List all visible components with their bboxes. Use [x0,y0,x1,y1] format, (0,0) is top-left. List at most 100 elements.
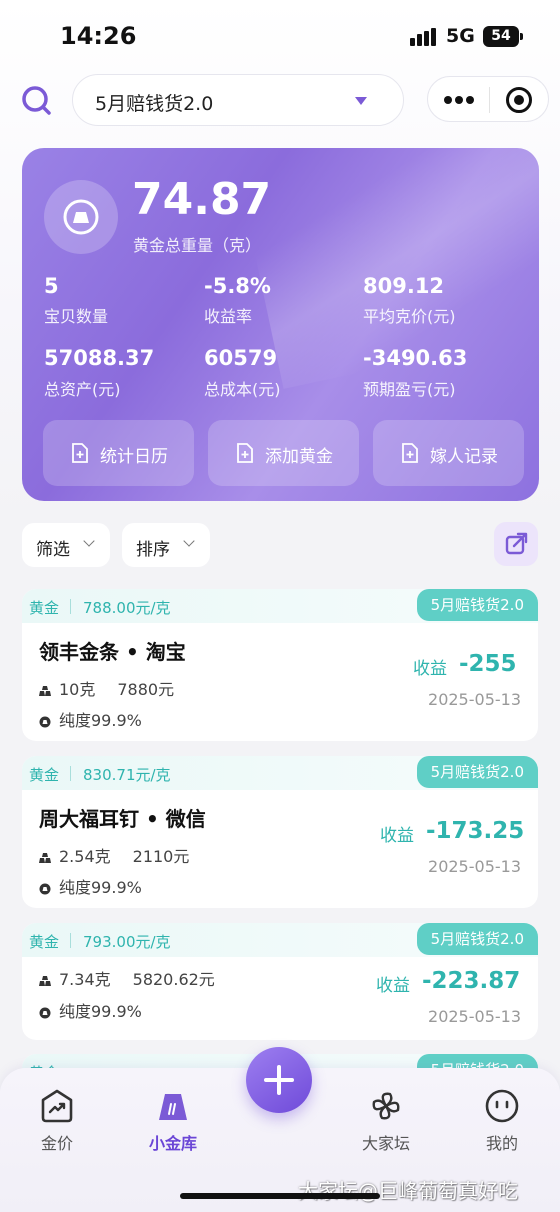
add-gold-button[interactable]: 添加黄金 [208,420,359,486]
store-tag: 5月赔钱货2.0 [416,756,538,788]
return-rate-value: -5.8% [204,274,271,298]
gold-ingot-small-icon [39,883,51,894]
gold-item-card[interactable]: 黄金 788.00元/克 5月赔钱货2.0 领丰金条 • 淘宝 10克 7880元… [22,589,538,741]
filter-label: 筛选 [36,540,70,560]
item-purity: 纯度99.9% [59,1002,142,1021]
capsule-divider [489,87,490,113]
item-count-label: 宝贝数量 [44,307,109,326]
sort-dropdown[interactable]: 排序 [122,523,210,567]
face-icon [485,1089,519,1123]
purity-row: 纯度99.9% [39,874,142,897]
gold-bar-icon [159,1094,187,1120]
avg-price-value: 809.12 [363,274,445,298]
divider [70,766,71,781]
home-indicator [180,1193,380,1199]
signal-icon [410,28,438,46]
tab-gold-vault-label: 小金库 [148,1134,197,1153]
gold-ingot-icon [44,180,118,254]
gold-bars-icon [39,975,51,986]
card-header: 黄金 788.00元/克 5月赔钱货2.0 [22,589,538,623]
tab-profile[interactable]: 我的 [462,1088,542,1158]
gold-bars-icon [39,685,51,696]
item-date: 2025-05-13 [428,690,521,709]
battery-icon: 54 [483,26,523,47]
purity-row: 纯度99.9% [39,707,142,730]
add-button[interactable] [246,1047,312,1113]
expected-pnl-label: 预期盈亏(元) [363,380,456,399]
item-amount: 2110元 [132,847,190,866]
store-selector[interactable]: 5月赔钱货2.0 [72,74,404,126]
item-amount: 7880元 [117,680,175,699]
profit-value: -173.25 [426,818,525,844]
item-weight: 10克 [59,680,96,699]
chevron-down-icon [183,535,195,547]
item-date: 2025-05-13 [428,857,521,876]
profit-label: 收益 [413,659,447,679]
weight-amount-row: 2.54克 2110元 [39,843,190,866]
total-weight-value: 74.87 [132,174,272,225]
store-selector-label: 5月赔钱货2.0 [95,93,214,115]
add-doc-icon [72,443,88,463]
store-tag: 5月赔钱货2.0 [416,589,538,621]
mini-program-capsule [427,76,549,122]
gold-summary-card: 74.87 黄金总重量（克） 5 宝贝数量 -5.8% 收益率 809.12 平… [22,148,539,501]
expected-pnl-value: -3490.63 [363,346,468,370]
divider [70,933,71,948]
tab-gold-price[interactable]: 金价 [17,1088,97,1158]
gold-item-card[interactable]: 黄金 830.71元/克 5月赔钱货2.0 周大福耳钉 • 微信 2.54克 21… [22,756,538,908]
profit-label: 收益 [376,976,410,996]
filter-dropdown[interactable]: 筛选 [22,523,110,567]
unit-price: 788.00元/克 [83,599,171,617]
item-amount: 5820.62元 [132,970,215,989]
network-type: 5G [446,25,475,47]
item-type: 黄金 [29,599,60,617]
add-doc-icon [402,443,418,463]
item-name: 领丰金条 • 淘宝 [39,640,186,664]
weight-amount-row: 7.34克 5820.62元 [39,966,215,989]
item-purity: 纯度99.9% [59,878,142,897]
tab-gold-vault[interactable]: 小金库 [133,1088,213,1158]
pinwheel-icon [372,1092,400,1120]
item-weight: 2.54克 [59,847,111,866]
watermark: 大家坛@巨峰葡萄真好吃 [298,1179,518,1203]
search-icon[interactable] [20,84,52,116]
gold-ingot-small-icon [39,716,51,727]
item-count-value: 5 [44,274,59,298]
stats-calendar-button[interactable]: 统计日历 [43,420,194,486]
chevron-down-icon [83,535,95,547]
add-doc-icon [237,443,253,463]
total-cost-value: 60579 [204,346,278,370]
tab-forum-label: 大家坛 [361,1134,410,1153]
gold-ingot-small-icon [39,1007,51,1018]
divider [70,599,71,614]
item-weight: 7.34克 [59,970,111,989]
store-tag: 5月赔钱货2.0 [416,923,538,955]
item-purity: 纯度99.9% [59,711,142,730]
tab-forum[interactable]: 大家坛 [346,1088,426,1158]
item-type: 黄金 [29,766,60,784]
profit-value: -223.87 [422,968,521,994]
total-assets-label: 总资产(元) [44,380,121,399]
item-name: 周大福耳钉 • 微信 [39,807,206,831]
unit-price: 830.71元/克 [83,766,171,784]
add-gold-label: 添加黄金 [265,447,333,467]
sort-label: 排序 [136,540,170,560]
return-rate-label: 收益率 [204,307,253,326]
card-header: 黄金 793.00元/克 5月赔钱货2.0 [22,923,538,957]
profit-label: 收益 [380,826,414,846]
item-type: 黄金 [29,933,60,951]
stats-calendar-label: 统计日历 [100,447,168,467]
export-icon[interactable] [494,522,538,566]
gold-bars-icon [39,852,51,863]
more-icon[interactable] [444,94,474,106]
weight-amount-row: 10克 7880元 [39,676,175,699]
tab-profile-label: 我的 [485,1134,518,1153]
dowry-record-button[interactable]: 嫁人记录 [373,420,524,486]
profit-value: -255 [459,651,517,677]
tab-gold-price-label: 金价 [40,1134,73,1153]
avg-price-label: 平均克价(元) [363,307,456,326]
item-date: 2025-05-13 [428,1007,521,1026]
gold-item-card[interactable]: 黄金 793.00元/克 5月赔钱货2.0 7.34克 5820.62元 纯度99… [22,923,538,1040]
close-mini-program-icon[interactable] [506,87,532,113]
total-cost-label: 总成本(元) [204,380,281,399]
